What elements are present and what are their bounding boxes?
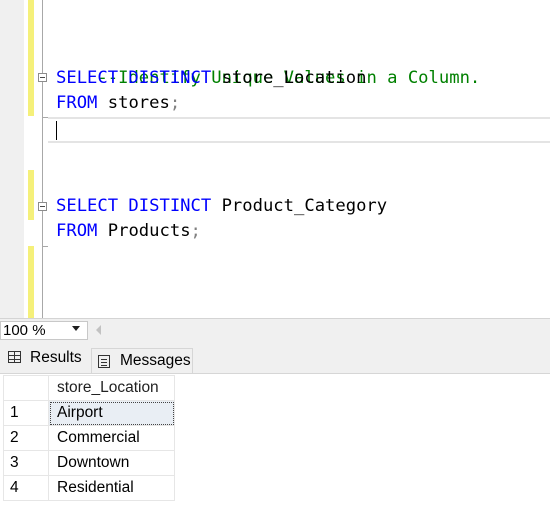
collapse-icon[interactable]: [38, 202, 47, 211]
row-number-header[interactable]: [3, 375, 49, 401]
fold-end-tick: [42, 246, 48, 247]
code-line-from-1[interactable]: FROM stores;: [56, 91, 180, 116]
table-row[interactable]: 4 Residential: [3, 475, 175, 501]
row-number[interactable]: 2: [3, 425, 49, 451]
code-line-select-2[interactable]: SELECT DISTINCT Product_Category: [56, 194, 387, 219]
code-line-from-2[interactable]: FROM Products;: [56, 219, 201, 244]
results-grid[interactable]: store_Location 1 Airport 2 Commercial 3 …: [0, 374, 550, 514]
editor-status-strip: 100 %: [0, 318, 550, 340]
table-cell[interactable]: Residential: [48, 475, 175, 501]
table-row[interactable]: 3 Downtown: [3, 450, 175, 476]
table-header-row: store_Location: [3, 375, 175, 401]
scroll-left-icon[interactable]: [96, 325, 101, 335]
column-header[interactable]: store_Location: [48, 375, 175, 401]
sql-punctuation: ;: [169, 93, 181, 113]
code-line-select-1[interactable]: SELECT DISTINCT store_Location: [56, 66, 366, 91]
tab-label: Results: [30, 349, 82, 366]
code-line-comment[interactable]: --Identify Unique Values in a Column.: [56, 41, 480, 88]
sql-keyword: SELECT DISTINCT: [56, 68, 212, 88]
tab-results[interactable]: Results: [2, 346, 88, 372]
change-indicator-bar: [28, 170, 34, 220]
outline-fold-line: [42, 0, 43, 318]
table-cell[interactable]: Airport: [48, 400, 175, 426]
current-line-highlight: [48, 117, 550, 143]
sql-keyword: SELECT DISTINCT: [56, 196, 212, 216]
messages-icon: [98, 355, 110, 368]
sql-identifier: stores: [97, 93, 170, 113]
text-caret: [56, 121, 57, 140]
change-indicator-bar: [28, 246, 34, 318]
sql-identifier: Products: [97, 221, 191, 241]
zoom-value: 100 %: [3, 322, 46, 339]
table-row[interactable]: 2 Commercial: [3, 425, 175, 451]
sql-keyword: FROM: [56, 221, 98, 241]
row-number[interactable]: 3: [3, 450, 49, 476]
query-editor[interactable]: --Identify Unique Values in a Column. SE…: [0, 0, 550, 318]
tab-messages[interactable]: Messages: [91, 348, 193, 374]
chevron-down-icon[interactable]: [72, 326, 80, 331]
table-cell[interactable]: Commercial: [48, 425, 175, 451]
row-number[interactable]: 4: [3, 475, 49, 501]
sql-identifier: store_Location: [211, 68, 367, 88]
row-number[interactable]: 1: [3, 400, 49, 426]
tab-label: Messages: [120, 352, 191, 369]
sql-identifier: Product_Category: [211, 196, 388, 216]
editor-gutter: [0, 0, 24, 318]
sql-punctuation: ;: [190, 221, 201, 241]
sql-keyword: FROM: [56, 93, 98, 113]
table-row[interactable]: 1 Airport: [3, 400, 175, 426]
results-table: store_Location 1 Airport 2 Commercial 3 …: [3, 375, 175, 501]
results-tab-strip: Results Messages: [0, 340, 550, 374]
table-cell[interactable]: Downtown: [48, 450, 175, 476]
collapse-icon[interactable]: [38, 73, 47, 82]
grid-icon: [8, 351, 21, 363]
change-indicator-bar: [28, 0, 34, 116]
